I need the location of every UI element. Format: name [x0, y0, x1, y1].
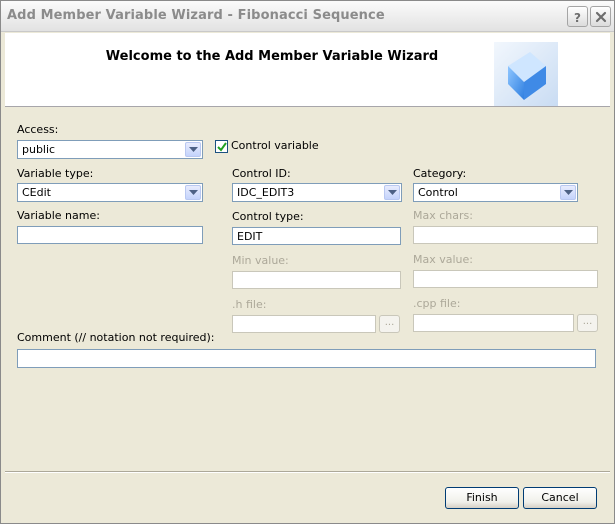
max-value-input[interactable] — [413, 270, 598, 288]
variable-name-label: Variable name: — [17, 209, 100, 222]
comment-input[interactable] — [17, 349, 596, 368]
variable-type-value: CEdit — [22, 186, 51, 199]
access-dropdown-arrow[interactable] — [185, 142, 201, 157]
control-id-value: IDC_EDIT3 — [237, 186, 295, 199]
cpp-file-input[interactable] — [413, 314, 574, 332]
control-type-label: Control type: — [232, 210, 304, 223]
variable-name-input[interactable] — [17, 226, 203, 244]
checkmark-icon — [217, 142, 227, 152]
h-file-browse-button[interactable]: ... — [379, 315, 400, 333]
chevron-down-icon — [189, 190, 198, 195]
control-variable-checkbox[interactable] — [215, 140, 228, 153]
title-bar[interactable]: Add Member Variable Wizard - Fibonacci S… — [1, 1, 614, 32]
footer-separator — [5, 471, 610, 473]
control-id-label: Control ID: — [232, 167, 291, 180]
cancel-button[interactable]: Cancel — [523, 487, 597, 509]
wizard-header: Welcome to the Add Member Variable Wizar… — [5, 33, 610, 107]
variable-type-combobox[interactable]: CEdit — [17, 183, 203, 202]
access-combobox[interactable]: public — [17, 140, 203, 159]
control-id-combobox[interactable]: IDC_EDIT3 — [232, 183, 402, 202]
blue-cube-icon — [494, 42, 558, 106]
window-title: Add Member Variable Wizard - Fibonacci S… — [7, 8, 385, 23]
variable-type-label: Variable type: — [17, 167, 94, 180]
svg-text:?: ? — [574, 11, 581, 24]
wizard-window: Add Member Variable Wizard - Fibonacci S… — [0, 0, 615, 524]
finish-button[interactable]: Finish — [445, 487, 519, 509]
category-value: Control — [418, 186, 458, 199]
access-value: public — [22, 143, 56, 156]
chevron-down-icon — [189, 147, 198, 152]
variable-type-dropdown-arrow[interactable] — [185, 185, 201, 200]
max-value-label: Max value: — [413, 253, 473, 266]
control-id-dropdown-arrow[interactable] — [384, 185, 400, 200]
help-button[interactable]: ? — [567, 6, 588, 27]
access-label: Access: — [17, 123, 59, 136]
chevron-down-icon — [564, 190, 573, 195]
h-file-label: .h file: — [232, 298, 267, 311]
close-icon — [595, 11, 607, 23]
help-icon: ? — [574, 11, 581, 24]
close-button[interactable] — [590, 6, 611, 27]
comment-label: Comment (// notation not required): — [17, 331, 215, 344]
max-chars-label: Max chars: — [413, 209, 473, 222]
min-value-label: Min value: — [232, 254, 289, 267]
wizard-heading: Welcome to the Add Member Variable Wizar… — [105, 49, 439, 64]
category-combobox[interactable]: Control — [413, 183, 578, 202]
h-file-input[interactable] — [232, 315, 376, 333]
cpp-file-browse-button[interactable]: ... — [577, 314, 598, 332]
control-type-input[interactable]: EDIT — [232, 227, 401, 245]
max-chars-input[interactable] — [413, 226, 598, 244]
control-variable-label[interactable]: Control variable — [231, 139, 319, 152]
category-dropdown-arrow[interactable] — [560, 185, 576, 200]
chevron-down-icon — [388, 190, 397, 195]
category-label: Category: — [413, 167, 467, 180]
min-value-input[interactable] — [232, 271, 401, 289]
cpp-file-label: .cpp file: — [413, 297, 461, 310]
